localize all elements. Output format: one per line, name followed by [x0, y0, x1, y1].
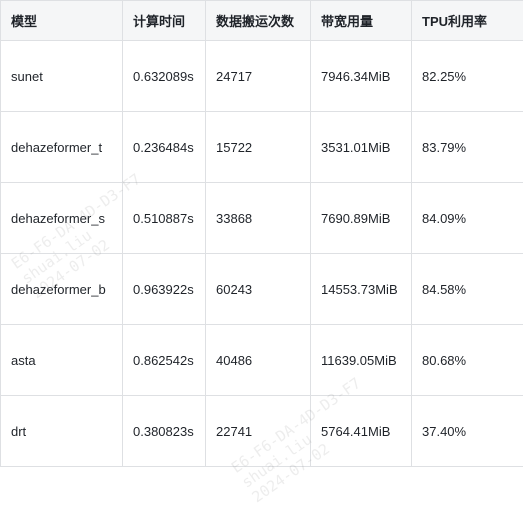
cell-data-transfers: 33868 — [206, 183, 311, 254]
cell-model: sunet — [1, 41, 123, 112]
cell-model: drt — [1, 396, 123, 467]
cell-bandwidth: 5764.41MiB — [311, 396, 412, 467]
cell-data-transfers: 24717 — [206, 41, 311, 112]
header-model: 模型 — [1, 1, 123, 41]
cell-model: asta — [1, 325, 123, 396]
header-data-transfers: 数据搬运次数 — [206, 1, 311, 41]
cell-compute-time: 0.380823s — [123, 396, 206, 467]
cell-compute-time: 0.632089s — [123, 41, 206, 112]
cell-data-transfers: 60243 — [206, 254, 311, 325]
table-row: dehazeformer_s 0.510887s 33868 7690.89Mi… — [1, 183, 523, 254]
table-header: 模型 计算时间 数据搬运次数 带宽用量 TPU利用率 — [1, 1, 523, 41]
cell-bandwidth: 11639.05MiB — [311, 325, 412, 396]
cell-compute-time: 0.510887s — [123, 183, 206, 254]
cell-compute-time: 0.236484s — [123, 112, 206, 183]
cell-tpu-utilization: 84.09% — [412, 183, 523, 254]
cell-data-transfers: 40486 — [206, 325, 311, 396]
cell-compute-time: 0.862542s — [123, 325, 206, 396]
cell-tpu-utilization: 84.58% — [412, 254, 523, 325]
cell-model: dehazeformer_t — [1, 112, 123, 183]
cell-data-transfers: 15722 — [206, 112, 311, 183]
table-row: sunet 0.632089s 24717 7946.34MiB 82.25% — [1, 41, 523, 112]
table-row: asta 0.862542s 40486 11639.05MiB 80.68% — [1, 325, 523, 396]
header-row: 模型 计算时间 数据搬运次数 带宽用量 TPU利用率 — [1, 1, 523, 41]
cell-compute-time: 0.963922s — [123, 254, 206, 325]
cell-bandwidth: 14553.73MiB — [311, 254, 412, 325]
data-table: 模型 计算时间 数据搬运次数 带宽用量 TPU利用率 sunet 0.63208… — [0, 0, 523, 467]
table-row: dehazeformer_t 0.236484s 15722 3531.01Mi… — [1, 112, 523, 183]
table-row: drt 0.380823s 22741 5764.41MiB 37.40% — [1, 396, 523, 467]
header-compute-time: 计算时间 — [123, 1, 206, 41]
header-bandwidth: 带宽用量 — [311, 1, 412, 41]
table-row: dehazeformer_b 0.963922s 60243 14553.73M… — [1, 254, 523, 325]
cell-bandwidth: 7690.89MiB — [311, 183, 412, 254]
cell-tpu-utilization: 82.25% — [412, 41, 523, 112]
cell-model: dehazeformer_s — [1, 183, 123, 254]
header-tpu-utilization: TPU利用率 — [412, 1, 523, 41]
cell-tpu-utilization: 37.40% — [412, 396, 523, 467]
cell-tpu-utilization: 80.68% — [412, 325, 523, 396]
cell-bandwidth: 7946.34MiB — [311, 41, 412, 112]
cell-model: dehazeformer_b — [1, 254, 123, 325]
table-body: sunet 0.632089s 24717 7946.34MiB 82.25% … — [1, 41, 523, 467]
cell-tpu-utilization: 83.79% — [412, 112, 523, 183]
cell-data-transfers: 22741 — [206, 396, 311, 467]
cell-bandwidth: 3531.01MiB — [311, 112, 412, 183]
